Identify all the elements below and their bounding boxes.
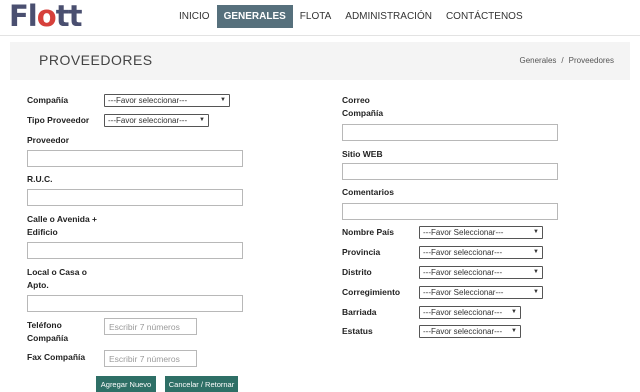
- proveedor-label: Proveedor: [27, 135, 70, 145]
- calle-label-line2: Edificio: [27, 227, 58, 237]
- sitio-web-input[interactable]: [342, 163, 558, 180]
- local-label: Local o Casa o Apto.: [27, 266, 87, 292]
- breadcrumb-proveedores: Proveedores: [568, 56, 614, 65]
- sitio-web-label: Sitio WEB: [342, 149, 383, 159]
- barriada-select-value: ---Favor seleccionar---: [423, 308, 503, 317]
- chevron-down-icon: ▼: [533, 289, 539, 295]
- barriada-label: Barriada: [342, 307, 377, 317]
- chevron-down-icon: ▼: [220, 97, 226, 103]
- telefono-input[interactable]: [104, 318, 197, 335]
- pais-label: Nombre País: [342, 227, 394, 237]
- page-title: PROVEEDORES: [39, 52, 153, 68]
- cancelar-retornar-button[interactable]: Cancelar / Retornar: [165, 376, 238, 392]
- chevron-down-icon: ▼: [511, 328, 517, 334]
- calle-label: Calle o Avenida + Edificio: [27, 213, 97, 239]
- local-label-line1: Local o Casa o: [27, 267, 87, 277]
- corregimiento-label: Corregimiento: [342, 287, 401, 297]
- comentarios-input[interactable]: [342, 203, 558, 220]
- corregimiento-select-value: ---Favor Seleccionar---: [423, 288, 504, 297]
- chevron-down-icon: ▼: [533, 249, 539, 255]
- comentarios-label: Comentarios: [342, 187, 394, 197]
- calle-input[interactable]: [27, 242, 243, 259]
- top-header: Flott INICIO GENERALES FLOTA ADMINISTRAC…: [0, 0, 640, 36]
- estatus-select-value: ---Favor seleccionar---: [423, 327, 503, 336]
- correo-label: Correo Compañía: [342, 94, 383, 120]
- tipo-proveedor-select-value: ---Favor seleccionar---: [108, 116, 188, 125]
- nav-inicio[interactable]: INICIO: [172, 5, 217, 28]
- correo-label-line2: Compañía: [342, 108, 384, 118]
- chevron-down-icon: ▼: [511, 309, 517, 315]
- telefono-label-line1: Teléfono: [27, 320, 62, 330]
- distrito-label: Distrito: [342, 267, 372, 277]
- estatus-label: Estatus: [342, 326, 373, 336]
- fax-label: Fax Compañía: [27, 352, 86, 362]
- main-nav: INICIO GENERALES FLOTA ADMINISTRACIÓN CO…: [172, 5, 530, 28]
- tipo-proveedor-label: Tipo Proveedor: [27, 115, 90, 125]
- breadcrumb-separator: /: [561, 56, 564, 65]
- pais-select-value: ---Favor Seleccionar---: [423, 228, 504, 237]
- nav-flota[interactable]: FLOTA: [293, 5, 338, 28]
- fax-input[interactable]: [104, 350, 197, 367]
- provincia-select[interactable]: ---Favor seleccionar--- ▼: [419, 246, 543, 259]
- provincia-label: Provincia: [342, 247, 381, 257]
- chevron-down-icon: ▼: [199, 117, 205, 123]
- local-label-line2: Apto.: [27, 280, 49, 290]
- estatus-select[interactable]: ---Favor seleccionar--- ▼: [419, 325, 521, 338]
- distrito-select-value: ---Favor seleccionar---: [423, 268, 503, 277]
- compania-select-value: ---Favor seleccionar---: [108, 96, 188, 105]
- chevron-down-icon: ▼: [533, 269, 539, 275]
- calle-label-line1: Calle o Avenida +: [27, 214, 97, 224]
- ruc-input[interactable]: [27, 189, 243, 206]
- ruc-label: R.U.C.: [27, 174, 53, 184]
- barriada-select[interactable]: ---Favor seleccionar--- ▼: [419, 306, 521, 319]
- telefono-label: Teléfono Compañía: [27, 319, 68, 345]
- correo-label-line1: Correo: [342, 95, 370, 105]
- agregar-nuevo-button[interactable]: Agregar Nuevo: [96, 376, 156, 392]
- compania-select[interactable]: ---Favor seleccionar--- ▼: [104, 94, 230, 107]
- nav-generales[interactable]: GENERALES: [216, 5, 293, 28]
- distrito-select[interactable]: ---Favor seleccionar--- ▼: [419, 266, 543, 279]
- breadcrumb-generales[interactable]: Generales: [519, 56, 556, 65]
- nav-contactenos[interactable]: CONTÁCTENOS: [439, 5, 530, 28]
- logo[interactable]: Flott: [9, 1, 82, 31]
- telefono-label-line2: Compañía: [27, 333, 69, 343]
- compania-label: Compañía: [27, 95, 69, 105]
- title-bar: PROVEEDORES Generales / Proveedores: [10, 42, 630, 80]
- provincia-select-value: ---Favor seleccionar---: [423, 248, 503, 257]
- local-input[interactable]: [27, 295, 243, 312]
- tipo-proveedor-select[interactable]: ---Favor seleccionar--- ▼: [104, 114, 209, 127]
- proveedor-input[interactable]: [27, 150, 243, 167]
- chevron-down-icon: ▼: [533, 229, 539, 235]
- corregimiento-select[interactable]: ---Favor Seleccionar--- ▼: [419, 286, 543, 299]
- pais-select[interactable]: ---Favor Seleccionar--- ▼: [419, 226, 543, 239]
- correo-input[interactable]: [342, 124, 558, 141]
- nav-administracion[interactable]: ADMINISTRACIÓN: [338, 5, 439, 28]
- breadcrumb: Generales / Proveedores: [519, 56, 614, 65]
